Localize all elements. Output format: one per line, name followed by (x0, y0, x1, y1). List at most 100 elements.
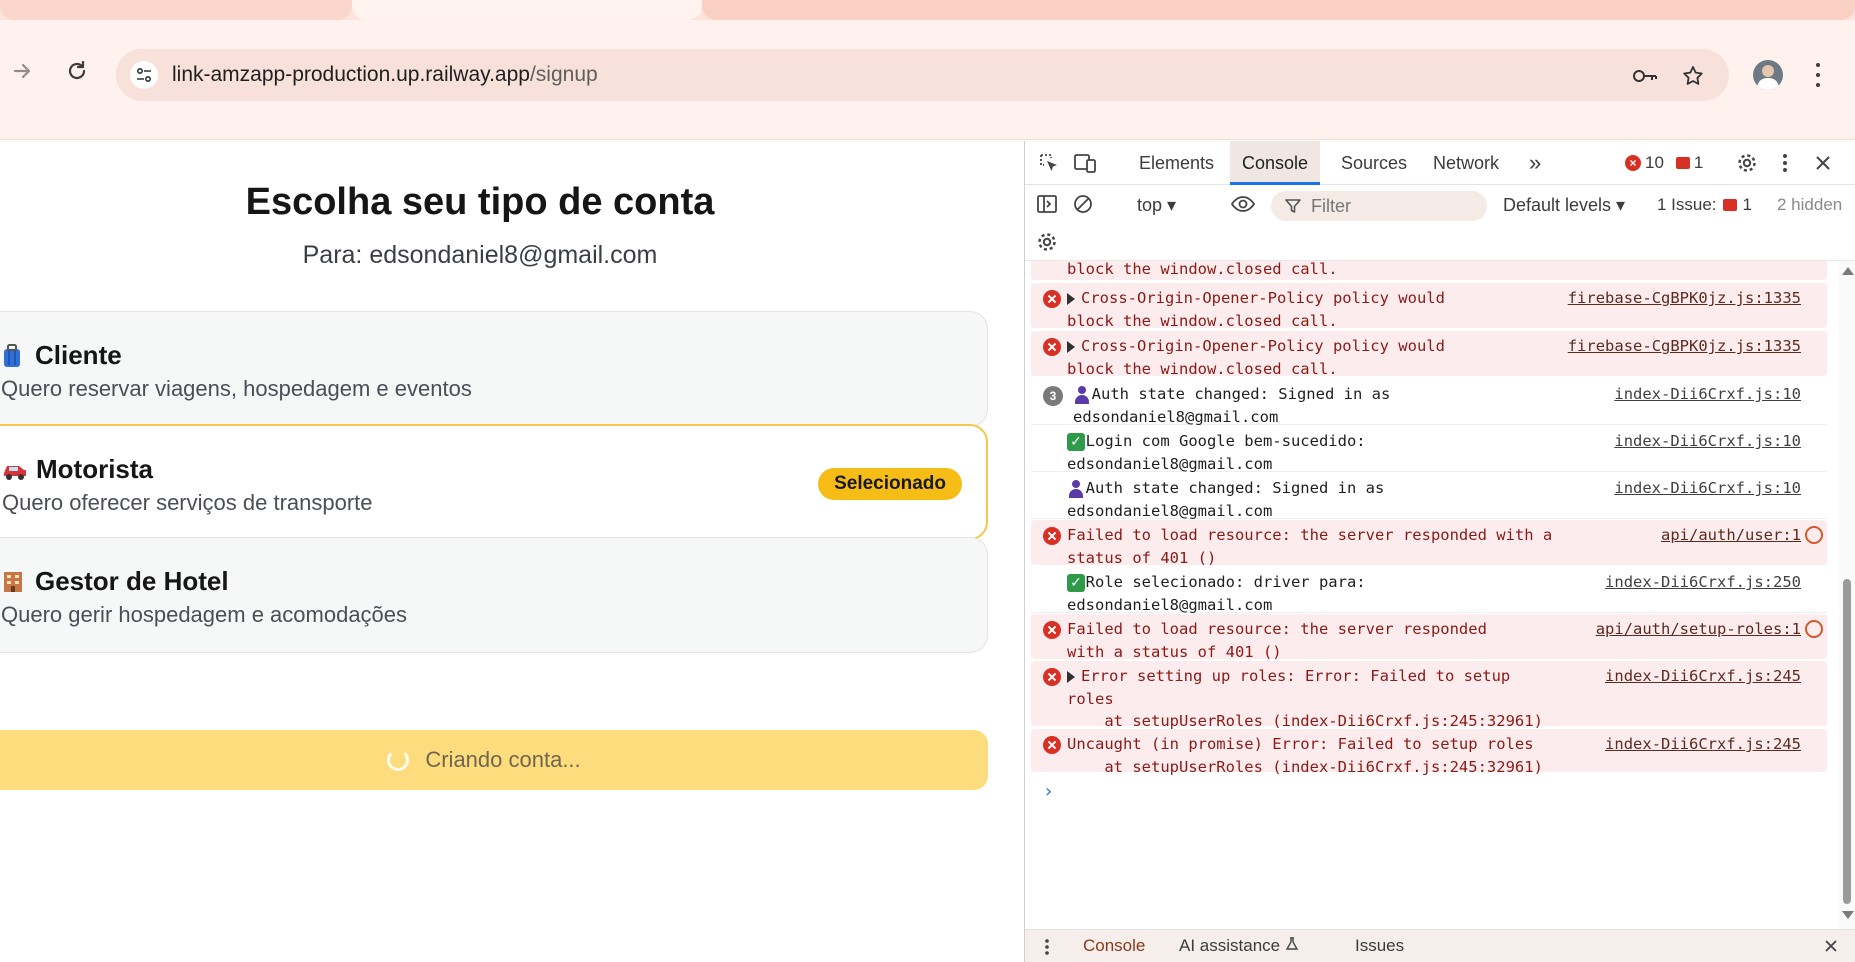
error-icon: × (1625, 155, 1641, 171)
more-tabs-icon[interactable]: » (1517, 141, 1553, 185)
context-selector[interactable]: top ▾ (1137, 195, 1176, 216)
tab-elements[interactable]: Elements (1127, 141, 1226, 185)
message-text: Error setting up roles: Error: Failed to… (1067, 667, 1543, 730)
browser-menu-icon[interactable] (1813, 60, 1823, 90)
console-message-error[interactable]: Failed to load resource: the server resp… (1031, 520, 1827, 567)
message-text: Failed to load resource: the server resp… (1067, 620, 1487, 661)
account-type-cliente[interactable]: Cliente Quero reservar viagens, hospedag… (0, 311, 988, 427)
console-output: block the window.closed call. Cross-Orig… (1025, 261, 1855, 929)
password-key-icon[interactable] (1632, 63, 1658, 89)
issues-link[interactable]: 1 Issue: 1 (1657, 195, 1752, 215)
message-text: Cross-Origin-Opener-Policy policy would … (1067, 337, 1445, 378)
devtools-menu-icon[interactable] (1771, 149, 1799, 177)
url-host: link-amzapp-production.up.railway.app (172, 63, 530, 86)
console-message-log[interactable]: ✓ Role selecionado: driver para: edsonda… (1031, 567, 1827, 614)
browser-tab-active[interactable] (352, 0, 702, 20)
scroll-down-arrow-icon[interactable] (1842, 911, 1854, 919)
error-icon (1043, 736, 1061, 754)
card-description: Quero gerir hospedagem e acomodações (1, 602, 408, 627)
card-title-text: Cliente (35, 340, 122, 370)
luggage-icon (1, 343, 27, 369)
issues-label: 1 Issue: (1657, 195, 1717, 214)
tab-console[interactable]: Console (1230, 141, 1321, 185)
url-text[interactable]: link-amzapp-production.up.railway.app/si… (172, 63, 598, 87)
console-message-error[interactable]: Failed to load resource: the server resp… (1031, 614, 1827, 661)
source-link[interactable]: index-Dii6Crxf.js:245 (1605, 665, 1801, 688)
profile-avatar[interactable] (1753, 60, 1783, 90)
console-settings-bar (1025, 223, 1855, 261)
device-toolbar-icon[interactable] (1071, 149, 1099, 177)
drawer-tab-issues[interactable]: Issues (1355, 936, 1404, 956)
bookmark-star-icon[interactable] (1680, 63, 1706, 89)
hidden-messages-count: 2 hidden (1777, 195, 1843, 214)
source-link[interactable]: index-Dii6Crxf.js:245 (1605, 733, 1801, 756)
browser-tab-1[interactable] (0, 0, 352, 20)
clear-console-icon[interactable] (1069, 190, 1097, 218)
account-type-motorista[interactable]: Motorista Quero oferecer serviços de tra… (0, 424, 988, 540)
live-expression-eye-icon[interactable] (1229, 190, 1257, 218)
flask-icon (1285, 936, 1299, 955)
expand-triangle-icon[interactable] (1067, 340, 1075, 353)
console-message-error[interactable]: Uncaught (in promise) Error: Failed to s… (1031, 729, 1827, 776)
expand-triangle-icon[interactable] (1067, 292, 1075, 305)
error-counter[interactable]: × 10 1 (1625, 153, 1703, 173)
network-request-icon[interactable] (1805, 526, 1823, 544)
scroll-up-arrow-icon[interactable] (1842, 267, 1854, 275)
error-icon (1043, 290, 1061, 308)
tab-network[interactable]: Network (1421, 141, 1511, 185)
network-request-icon[interactable] (1805, 620, 1823, 638)
site-settings-icon[interactable] (130, 61, 158, 89)
source-link[interactable]: index-Dii6Crxf.js:10 (1614, 383, 1801, 406)
source-link[interactable]: index-Dii6Crxf.js:10 (1614, 477, 1801, 500)
reload-icon[interactable] (62, 56, 92, 86)
console-settings-gear-icon[interactable] (1033, 228, 1061, 256)
page-title: Escolha seu tipo de conta (245, 181, 715, 223)
source-link[interactable]: firebase-CgBPK0jz.js:1335 (1568, 335, 1801, 358)
forward-arrow-icon[interactable] (8, 56, 38, 86)
sidebar-toggle-icon[interactable] (1033, 190, 1061, 218)
card-title: Cliente (1, 340, 122, 371)
card-title: Gestor de Hotel (1, 566, 229, 597)
message-text: Role selecionado: driver para: edsondani… (1067, 573, 1366, 614)
console-filter-input[interactable]: Filter (1271, 191, 1487, 221)
drawer-tab-ai-assistance[interactable]: AI assistance (1179, 936, 1299, 956)
page-subtitle: Para: edsondaniel8@gmail.com (302, 241, 658, 269)
source-link[interactable]: index-Dii6Crxf.js:250 (1605, 571, 1801, 594)
create-account-button[interactable]: Criando conta... (0, 730, 988, 790)
console-message-log[interactable]: ✓ Login com Google bem-sucedido: edsonda… (1031, 426, 1827, 473)
console-message-log[interactable]: Auth state changed: Signed in as edsonda… (1031, 473, 1827, 520)
console-scrollbar[interactable] (1839, 261, 1855, 929)
tab-sources[interactable]: Sources (1329, 141, 1419, 185)
filter-funnel-icon (1285, 198, 1301, 219)
console-message-error[interactable]: Cross-Origin-Opener-Policy policy would … (1031, 331, 1827, 378)
message-text: Uncaught (in promise) Error: Failed to s… (1067, 735, 1543, 776)
console-message-log[interactable]: 3 Auth state changed: Signed in as edson… (1031, 379, 1827, 426)
error-count: 10 (1645, 153, 1664, 172)
close-drawer-icon[interactable] (1817, 932, 1845, 960)
source-link[interactable]: api/auth/user:1 (1661, 524, 1801, 547)
scrollbar-thumb[interactable] (1843, 579, 1851, 904)
create-account-label: Criando conta... (425, 747, 581, 772)
console-message-error[interactable]: Cross-Origin-Opener-Policy policy would … (1031, 283, 1827, 330)
browser-tab-3[interactable] (702, 0, 1855, 20)
close-devtools-icon[interactable] (1809, 149, 1837, 177)
settings-gear-icon[interactable] (1733, 149, 1761, 177)
console-prompt[interactable]: › (1043, 781, 1054, 802)
console-message-error[interactable]: Error setting up roles: Error: Failed to… (1031, 661, 1827, 730)
devtools-tab-bar: Elements Console Sources Network » × 10 … (1025, 141, 1855, 185)
source-link[interactable]: api/auth/setup-roles:1 (1596, 618, 1801, 641)
drawer-menu-icon[interactable] (1033, 933, 1061, 961)
source-link[interactable]: firebase-CgBPK0jz.js:1335 (1568, 287, 1801, 310)
inspect-element-icon[interactable] (1035, 149, 1063, 177)
source-link[interactable]: index-Dii6Crxf.js:10 (1614, 430, 1801, 453)
log-levels-dropdown[interactable]: Default levels ▾ (1503, 195, 1625, 216)
expand-triangle-icon[interactable] (1067, 670, 1075, 683)
message-text: Login com Google bem-sucedido: edsondani… (1067, 432, 1366, 473)
console-message-error[interactable]: block the window.closed call. (1031, 261, 1827, 281)
signup-page: Escolha seu tipo de conta Para: edsondan… (0, 141, 1024, 962)
address-bar[interactable]: link-amzapp-production.up.railway.app/si… (116, 49, 1729, 101)
issue-count: 1 (1693, 153, 1704, 172)
drawer-tab-console[interactable]: Console (1083, 936, 1145, 956)
url-path: /signup (529, 63, 598, 86)
account-type-gestor-hotel[interactable]: Gestor de Hotel Quero gerir hospedagem e… (0, 537, 988, 653)
